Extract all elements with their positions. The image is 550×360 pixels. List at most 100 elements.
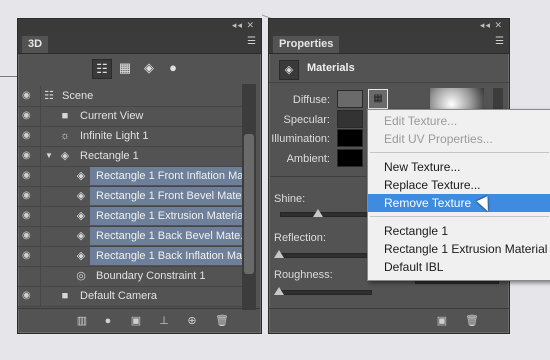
shine-slider[interactable]	[280, 212, 372, 217]
menu-separator	[370, 216, 549, 217]
tree-row-material[interactable]: ◉ ◈ Rectangle 1 Back Inflation Ma...	[18, 246, 251, 267]
tree-row-material[interactable]: ◉ ◈ Rectangle 1 Front Inflation Mat...	[18, 166, 256, 187]
eye-icon[interactable]: ◉	[22, 111, 34, 121]
eye-column: ◉	[18, 86, 41, 106]
roughness-slider-knob[interactable]	[274, 287, 284, 295]
scene-tree: ◉ ☷ Scene ◉ ■ Current View ◉ ☼ Infinite …	[18, 86, 256, 308]
tree-row-label: Default Camera	[80, 290, 158, 302]
reflection-slider-knob[interactable]	[274, 250, 284, 258]
drop-to-ground-icon[interactable]: ⊕	[184, 314, 200, 328]
menu-item-rectangle-1[interactable]: Rectangle 1	[368, 222, 550, 240]
render-icon[interactable]: ▣	[434, 314, 450, 328]
roughness-slider[interactable]	[280, 290, 372, 295]
tree-row-rectangle-1[interactable]: ◉ ▼ ◈ Rectangle 1	[18, 146, 244, 167]
material-icon: ◈	[76, 250, 86, 262]
lights-filter-icon[interactable]: ●	[164, 59, 182, 77]
menu-item-extrusion-material[interactable]: Rectangle 1 Extrusion Material -	[368, 240, 550, 258]
menu-item-edit-uv-properties: Edit UV Properties...	[384, 132, 493, 146]
meshes-filter-icon[interactable]: ▦	[116, 59, 134, 77]
eye-column: ◉	[18, 286, 41, 306]
tree-row-label: Current View	[80, 110, 144, 122]
panel-properties-controls[interactable]: ◂◂ ✕	[480, 20, 503, 31]
eye-column: ◉	[18, 146, 41, 166]
tree-row-default-camera[interactable]: ◉ ■ Default Camera	[18, 286, 244, 307]
tree-row-label: Rectangle 1 Front Bevel Mate...	[96, 190, 251, 202]
render-icon[interactable]: ▣	[128, 314, 144, 328]
tree-row-material[interactable]: ◉ ◈ Rectangle 1 Front Bevel Mate...	[18, 186, 251, 207]
material-icon: ◈	[279, 60, 299, 80]
material-icon: ◈	[76, 210, 86, 222]
menu-item-default-ibl[interactable]: Default IBL	[368, 258, 550, 276]
constraint-icon: ◎	[76, 270, 86, 282]
roughness-label: Roughness:	[274, 269, 333, 281]
menu-item-edit-texture: Edit Texture...	[384, 114, 458, 128]
eye-icon[interactable]: ◉	[22, 131, 34, 141]
tree-row-current-view[interactable]: ◉ ■ Current View	[18, 106, 244, 127]
specular-label: Specular:	[283, 114, 330, 126]
eye-icon[interactable]: ◉	[22, 291, 34, 301]
scene-icon: ☷	[44, 90, 54, 102]
camera-icon: ■	[61, 110, 69, 122]
materials-header: ◈ Materials	[269, 54, 509, 83]
panel-menu-icon[interactable]: ☰	[247, 36, 256, 47]
eye-column: ◉	[18, 206, 41, 226]
tree-row-label: Boundary Constraint 1	[96, 270, 206, 282]
diffuse-label: Diffuse:	[292, 94, 330, 106]
panel-3d-tabbar: 3D ☰	[18, 33, 261, 54]
scrollbar-thumb[interactable]	[244, 134, 254, 274]
menu-item-remove-texture[interactable]: Remove Texture	[368, 194, 550, 212]
tree-row-label: Rectangle 1 Extrusion Material	[96, 210, 246, 222]
panel-3d-controls[interactable]: ◂◂ ✕	[232, 20, 255, 31]
delete-icon[interactable]: 🗑	[464, 314, 480, 328]
tab-properties[interactable]: Properties	[273, 36, 340, 53]
material-icon: ◈	[76, 190, 86, 202]
illumination-color-swatch[interactable]	[337, 129, 363, 147]
texture-menu-icon[interactable]: ▦	[368, 89, 388, 109]
texture-context-menu: Edit Texture... Edit UV Properties... Ne…	[367, 109, 550, 281]
material-icon: ◈	[76, 230, 86, 242]
menu-item-new-texture[interactable]: New Texture...	[368, 158, 550, 176]
diffuse-color-swatch[interactable]	[337, 90, 363, 108]
tree-row-material[interactable]: ◉ ◈ Rectangle 1 Back Bevel Mate...	[18, 226, 249, 247]
specular-color-swatch[interactable]	[337, 110, 363, 128]
eye-column: ◉	[18, 186, 41, 206]
materials-filter-icon[interactable]: ◈	[140, 59, 158, 77]
eye-column: ◉	[18, 106, 41, 126]
ambient-color-swatch[interactable]	[337, 149, 363, 167]
eye-icon[interactable]: ◉	[22, 151, 34, 161]
eye-column: ◉	[18, 126, 41, 146]
reflection-slider[interactable]	[280, 253, 372, 258]
eye-icon[interactable]: ◉	[22, 251, 34, 261]
tree-row-label: Rectangle 1 Front Inflation Mat...	[96, 170, 256, 182]
divider	[270, 176, 366, 177]
eye-icon[interactable]: ◉	[22, 91, 34, 101]
eye-icon[interactable]: ◉	[22, 231, 34, 241]
whole-scene-filter-icon[interactable]: ☷	[92, 59, 112, 79]
new-light-icon[interactable]: ●	[100, 314, 116, 328]
eye-column: ◉	[18, 166, 41, 186]
add-constraint-icon[interactable]: ⊥	[156, 314, 172, 328]
material-icon: ◈	[76, 170, 86, 182]
shine-slider-knob[interactable]	[313, 209, 323, 217]
tree-row-infinite-light[interactable]: ◉ ☼ Infinite Light 1	[18, 126, 244, 147]
eye-column	[18, 266, 41, 286]
light-icon: ☼	[59, 130, 71, 142]
illumination-label: Illumination:	[271, 133, 330, 145]
disclosure-triangle-icon[interactable]: ▼	[42, 149, 56, 163]
tab-3d[interactable]: 3D	[22, 36, 49, 53]
eye-icon[interactable]: ◉	[22, 211, 34, 221]
panel-menu-icon[interactable]: ☰	[495, 36, 504, 47]
camera-icon: ■	[61, 290, 69, 302]
menu-item-replace-texture[interactable]: Replace Texture...	[368, 176, 550, 194]
panel-properties-tabbar: Properties ☰	[269, 33, 509, 54]
eye-icon[interactable]: ◉	[22, 191, 34, 201]
eye-icon[interactable]: ◉	[22, 171, 34, 181]
tree-row-scene[interactable]: ◉ ☷ Scene	[18, 86, 244, 107]
tree-scrollbar[interactable]	[242, 84, 256, 310]
tree-row-boundary-constraint[interactable]: ◎ Boundary Constraint 1	[18, 266, 244, 287]
panel-properties-footer: ▣ 🗑	[268, 308, 510, 333]
delete-icon[interactable]: 🗑	[214, 314, 230, 328]
tree-row-material[interactable]: ◉ ◈ Rectangle 1 Extrusion Material	[18, 206, 246, 227]
panel-3d-footer: ▥ ● ▣ ⊥ ⊕ 🗑	[18, 308, 260, 333]
new-mesh-icon[interactable]: ▥	[74, 314, 90, 328]
